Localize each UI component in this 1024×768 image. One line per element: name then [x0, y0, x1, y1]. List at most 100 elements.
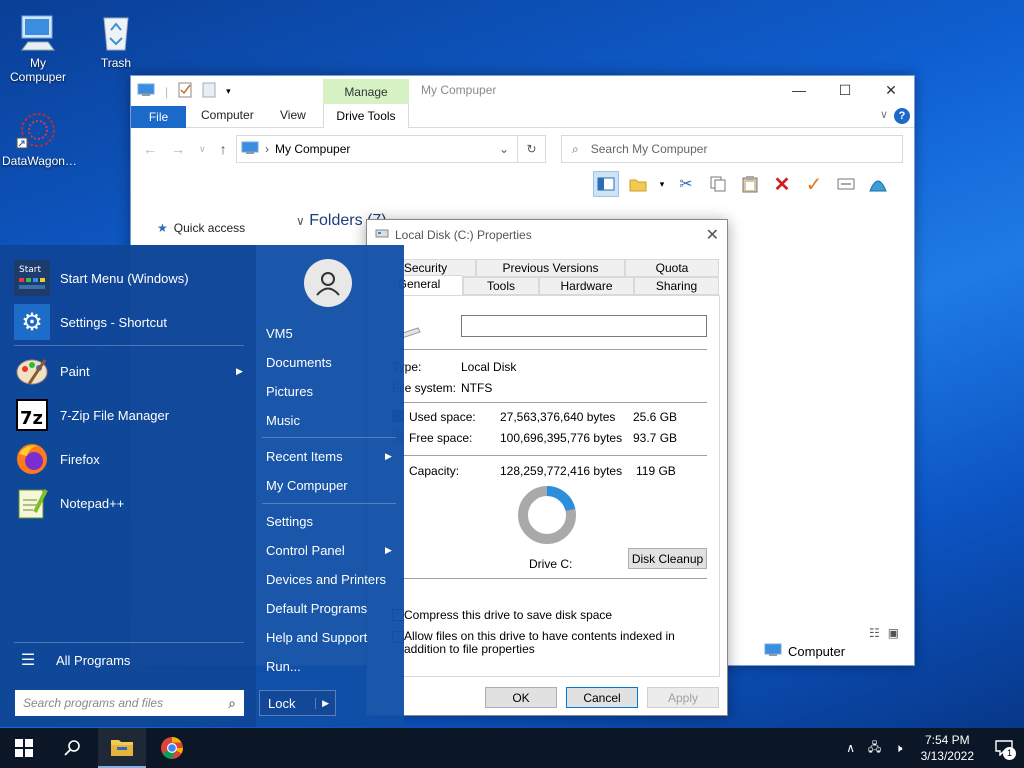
- disk-cleanup-button[interactable]: Disk Cleanup: [628, 548, 707, 569]
- close-icon[interactable]: ✕: [706, 225, 719, 245]
- help-icon[interactable]: ?: [894, 108, 910, 124]
- start-button[interactable]: [0, 728, 48, 768]
- all-programs-button[interactable]: ☰ All Programs: [14, 640, 131, 680]
- program-paint[interactable]: Paint: [14, 351, 90, 391]
- clock-date: 3/13/2022: [920, 749, 974, 763]
- dialog-titlebar: Local Disk (C:) Properties ✕: [367, 220, 727, 249]
- tab-file[interactable]: File: [131, 106, 186, 128]
- paste-icon[interactable]: [737, 171, 763, 197]
- recent-locations-icon[interactable]: ∨: [199, 144, 206, 157]
- cut-icon[interactable]: ✂: [673, 171, 699, 197]
- start-search-input[interactable]: Search programs and files ⌕: [15, 690, 244, 716]
- new-folder-icon[interactable]: [202, 82, 216, 101]
- details-view-icon[interactable]: ☷: [869, 626, 880, 640]
- default-programs-link[interactable]: Default Programs: [266, 601, 367, 616]
- rename-icon[interactable]: [833, 171, 859, 197]
- search-input[interactable]: ⌕ Search My Compuper: [561, 135, 903, 163]
- settings-link[interactable]: Settings: [266, 514, 313, 529]
- program-start-menu-windows[interactable]: Start Start Menu (Windows): [14, 258, 189, 298]
- minimize-button[interactable]: —: [776, 76, 822, 104]
- preview-pane-icon[interactable]: [593, 171, 619, 197]
- tab-view[interactable]: View: [280, 108, 306, 122]
- address-bar[interactable]: › My Compuper ⌄: [236, 135, 518, 163]
- tab-sharing[interactable]: Sharing: [634, 277, 719, 295]
- recent-items-link[interactable]: Recent Items: [266, 449, 343, 464]
- dropdown-icon[interactable]: ▾: [657, 171, 667, 197]
- large-icons-view-icon[interactable]: ▣: [888, 626, 899, 640]
- chevron-right-icon[interactable]: ›: [265, 142, 269, 156]
- pictures-link[interactable]: Pictures: [266, 384, 313, 399]
- cancel-button[interactable]: Cancel: [566, 687, 638, 708]
- system-tray: ∧ 🖧 🕨 7:54 PM 3/13/2022 1: [839, 728, 1024, 768]
- desktop-icon-datawagon[interactable]: DataWagon…: [2, 108, 77, 168]
- desktop-icon-trash[interactable]: Trash: [80, 10, 152, 70]
- music-link[interactable]: Music: [266, 413, 300, 428]
- quick-access-label: Quick access: [173, 221, 246, 235]
- taskbar-file-explorer[interactable]: [98, 728, 146, 768]
- back-icon[interactable]: ←: [143, 141, 157, 157]
- quick-access-item[interactable]: ★ Quick access: [157, 221, 245, 235]
- address-dropdown-icon[interactable]: ⌄: [499, 142, 509, 156]
- computer-icon: [16, 10, 60, 54]
- star-icon: ★: [157, 221, 168, 235]
- clock[interactable]: 7:54 PM 3/13/2022: [921, 732, 974, 764]
- manage-tab[interactable]: Manage: [323, 79, 409, 106]
- program-notepad-plus-plus[interactable]: Notepad++: [14, 483, 124, 523]
- refresh-button[interactable]: ↻: [518, 135, 546, 163]
- tab-quota[interactable]: Quota: [625, 259, 719, 277]
- close-button[interactable]: ✕: [868, 76, 914, 104]
- network-icon[interactable]: 🖧: [863, 738, 887, 759]
- run-link[interactable]: Run...: [266, 659, 301, 674]
- notifications-icon[interactable]: 1: [984, 728, 1024, 768]
- properties-icon[interactable]: [178, 82, 192, 101]
- tab-computer[interactable]: Computer: [201, 108, 254, 122]
- user-name-link[interactable]: VM5: [266, 326, 293, 341]
- shell-icon[interactable]: [865, 171, 891, 197]
- user-icon: [316, 272, 340, 296]
- tab-drive-tools[interactable]: Drive Tools: [323, 104, 409, 128]
- copy-icon[interactable]: [705, 171, 731, 197]
- program-7zip[interactable]: 7z 7-Zip File Manager: [14, 395, 169, 435]
- lock-button[interactable]: Lock ▶: [259, 690, 336, 716]
- program-firefox[interactable]: Firefox: [14, 439, 100, 479]
- ribbon-collapse-icon[interactable]: ∨: [880, 108, 888, 121]
- help-support-link[interactable]: Help and Support: [266, 630, 367, 645]
- new-folder-icon[interactable]: [625, 171, 651, 197]
- submenu-arrow-icon[interactable]: ▶: [385, 451, 392, 462]
- documents-link[interactable]: Documents: [266, 355, 332, 370]
- lock-options-arrow-icon[interactable]: ▶: [315, 697, 335, 709]
- apply-button[interactable]: Apply: [647, 687, 719, 708]
- search-icon: [64, 740, 80, 756]
- my-computer-link[interactable]: My Compuper: [266, 478, 348, 493]
- ok-button[interactable]: OK: [485, 687, 557, 708]
- up-icon[interactable]: ↑: [220, 141, 227, 157]
- chevron-up-icon[interactable]: ∧: [839, 741, 863, 755]
- check-icon[interactable]: ✓: [801, 171, 827, 197]
- control-panel-link[interactable]: Control Panel: [266, 543, 345, 558]
- volume-icon[interactable]: 🕨: [887, 741, 911, 756]
- quick-access-toolbar: | ▾: [137, 82, 231, 101]
- maximize-button[interactable]: ☐: [822, 76, 868, 104]
- user-avatar[interactable]: [304, 259, 352, 307]
- tab-previous-versions[interactable]: Previous Versions: [476, 259, 625, 277]
- program-settings-shortcut[interactable]: ⚙ Settings - Shortcut: [14, 302, 167, 342]
- program-label: Notepad++: [60, 495, 125, 511]
- tab-hardware[interactable]: Hardware: [539, 277, 634, 295]
- selected-item[interactable]: Computer: [764, 643, 845, 660]
- volume-label-input[interactable]: [461, 315, 707, 337]
- taskbar-chrome[interactable]: [148, 728, 196, 768]
- desktop-icon-my-computer[interactable]: My Compuper: [2, 10, 74, 84]
- submenu-arrow-icon[interactable]: ▶: [385, 545, 392, 556]
- forward-icon[interactable]: →: [171, 141, 185, 157]
- devices-printers-link[interactable]: Devices and Printers: [266, 572, 386, 587]
- file-system-value: NTFS: [461, 381, 493, 395]
- search-button[interactable]: [48, 728, 96, 768]
- program-label: Start Menu (Windows): [60, 270, 189, 286]
- submenu-arrow-icon[interactable]: ▶: [236, 366, 243, 377]
- tab-tools[interactable]: Tools: [463, 277, 539, 295]
- delete-icon[interactable]: ✕: [769, 171, 795, 197]
- clock-time: 7:54 PM: [924, 733, 970, 747]
- start-menu: Start Start Menu (Windows) ⚙ Settings - …: [0, 245, 404, 727]
- qat-dropdown-icon[interactable]: ▾: [226, 86, 231, 97]
- desktop-icon-label: My Compuper: [9, 56, 67, 84]
